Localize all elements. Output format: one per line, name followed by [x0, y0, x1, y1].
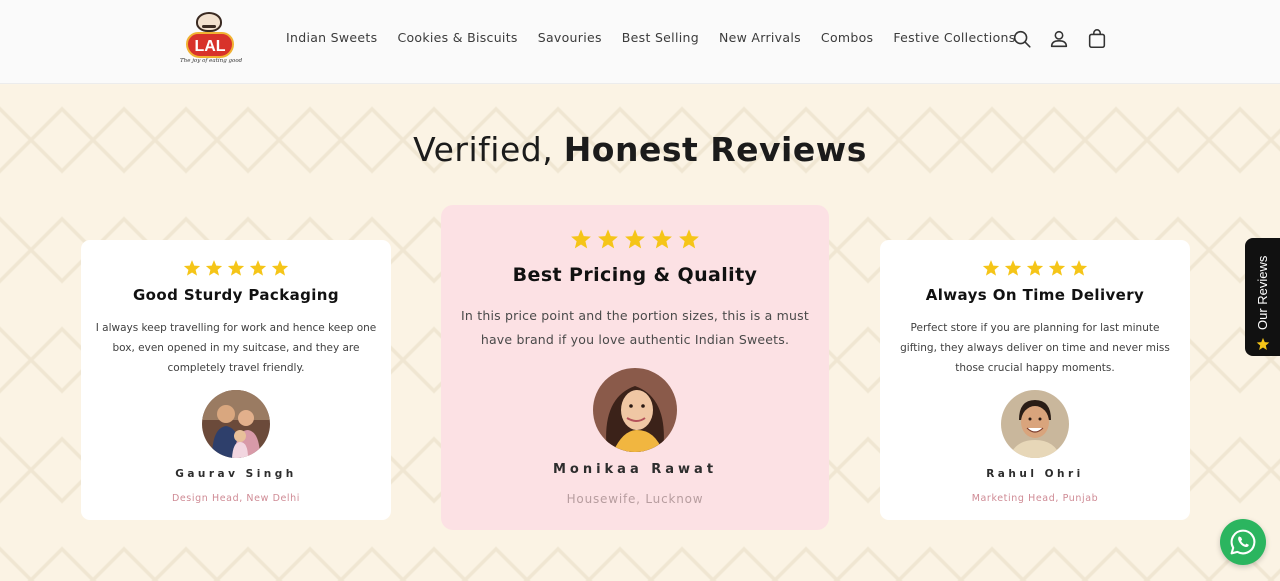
mascot-face-icon: [196, 12, 222, 32]
heading-bold: Honest Reviews: [563, 130, 867, 169]
nav-festive-collections[interactable]: Festive Collections: [883, 30, 1025, 45]
reviewer-name: Monikaa Rawat: [552, 462, 718, 477]
star-icon: [597, 228, 619, 250]
star-icon: [1026, 259, 1044, 277]
star-icon: [271, 259, 289, 277]
nav-new-arrivals[interactable]: New Arrivals: [709, 30, 811, 45]
rating-stars: [81, 259, 391, 277]
rating-stars: [880, 259, 1190, 277]
star-icon: [570, 228, 592, 250]
our-reviews-tab[interactable]: Our Reviews: [1245, 238, 1280, 356]
section-heading: Verified, Honest Reviews: [0, 130, 1280, 169]
reviewer-role: Design Head, New Delhi: [171, 493, 301, 504]
main-nav: Indian Sweets Cookies & Biscuits Savouri…: [276, 30, 1026, 45]
reviewer-role: Housewife, Lucknow: [566, 492, 704, 506]
site-header: LAL The joy of eating good Indian Sweets…: [0, 0, 1280, 84]
reviewer-avatar: [202, 390, 270, 458]
star-icon: [183, 259, 201, 277]
star-icon: [982, 259, 1000, 277]
star-icon: [205, 259, 223, 277]
review-text: Perfect store if you are planning for la…: [900, 322, 1170, 374]
star-icon: [651, 228, 673, 250]
reviewer-role: Marketing Head, Punjab: [971, 493, 1099, 504]
logo-text: LAL: [186, 32, 234, 58]
star-icon: [1256, 336, 1270, 350]
reviewer-avatar: [1001, 390, 1069, 458]
review-title: Always On Time Delivery: [925, 286, 1145, 304]
brand-logo[interactable]: LAL The joy of eating good: [176, 12, 246, 68]
nav-indian-sweets[interactable]: Indian Sweets: [276, 30, 387, 45]
reviewer-name: Rahul Ohri: [986, 468, 1084, 480]
whatsapp-icon: [1230, 529, 1256, 555]
account-icon[interactable]: [1048, 28, 1070, 50]
review-card-featured: Best Pricing & Quality In this price poi…: [441, 205, 829, 530]
search-icon[interactable]: [1011, 28, 1033, 50]
review-title: Best Pricing & Quality: [512, 264, 758, 286]
star-icon: [227, 259, 245, 277]
review-card: Good Sturdy Packaging I always keep trav…: [81, 240, 391, 520]
star-icon: [1048, 259, 1066, 277]
star-icon: [678, 228, 700, 250]
reviewer-avatar: [593, 368, 677, 452]
nav-savouries[interactable]: Savouries: [528, 30, 612, 45]
logo-tagline: The joy of eating good: [180, 58, 243, 64]
review-title: Good Sturdy Packaging: [132, 286, 340, 304]
heading-plain: Verified,: [413, 130, 554, 169]
nav-combos[interactable]: Combos: [811, 30, 883, 45]
whatsapp-chat-button[interactable]: [1220, 519, 1266, 565]
star-icon: [1070, 259, 1088, 277]
review-text: In this price point and the portion size…: [461, 308, 809, 347]
star-icon: [1004, 259, 1022, 277]
nav-cookies-biscuits[interactable]: Cookies & Biscuits: [387, 30, 527, 45]
review-card: Always On Time Delivery Perfect store if…: [880, 240, 1190, 520]
star-icon: [249, 259, 267, 277]
rating-stars: [441, 228, 829, 250]
reviewer-name: Gaurav Singh: [175, 468, 297, 480]
review-text: I always keep travelling for work and he…: [95, 322, 377, 374]
nav-best-selling[interactable]: Best Selling: [612, 30, 709, 45]
cart-icon[interactable]: [1086, 28, 1108, 50]
star-icon: [624, 228, 646, 250]
